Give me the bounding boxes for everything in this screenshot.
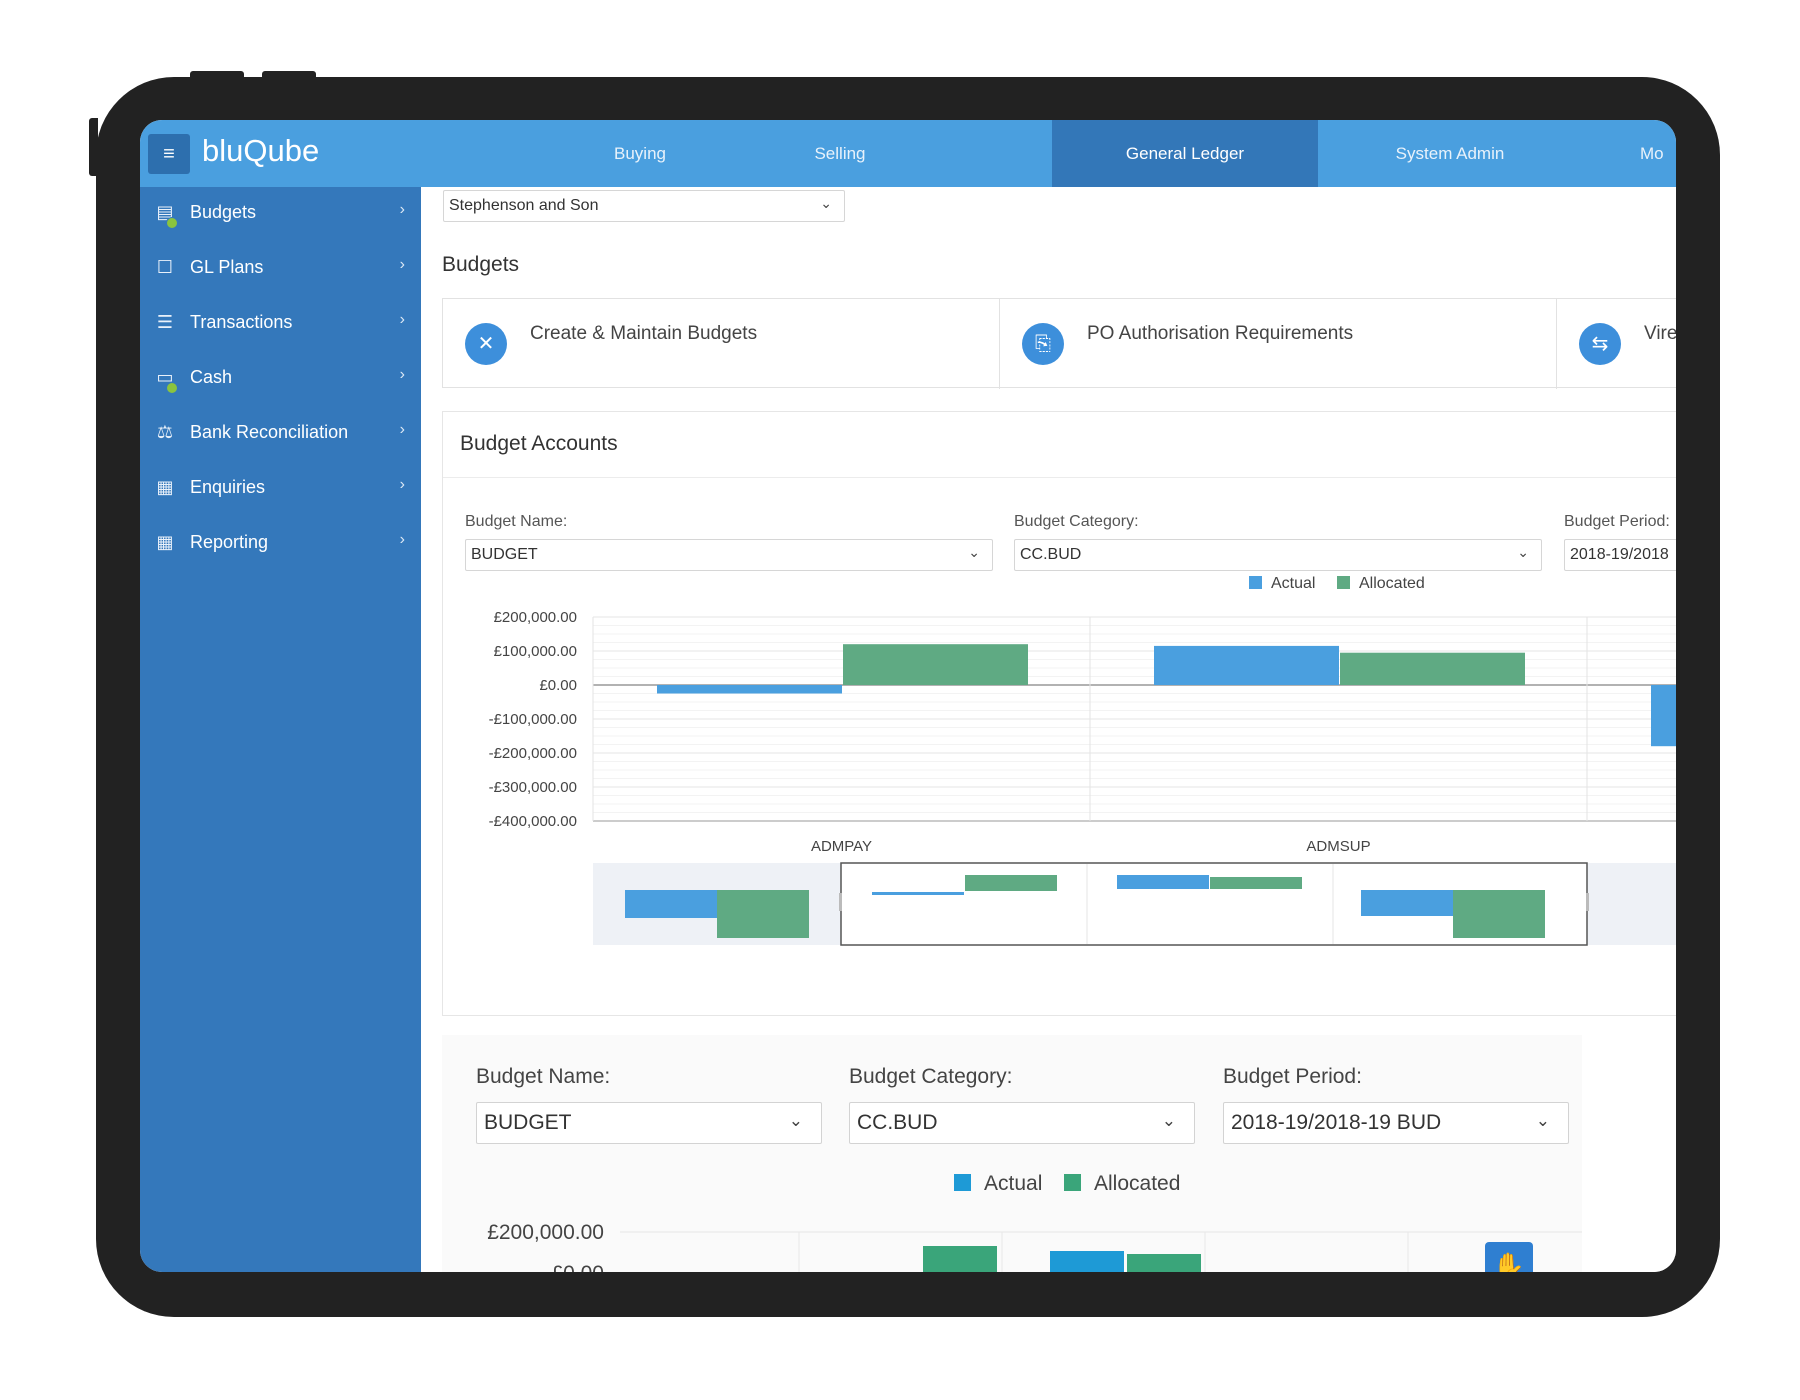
clipboard-icon: ☐ bbox=[156, 257, 174, 277]
sidebar-item-label: GL Plans bbox=[190, 257, 264, 277]
chevron-right-icon: › bbox=[399, 421, 405, 438]
tab-general-ledger[interactable]: General Ledger bbox=[1052, 120, 1318, 187]
navigator-bar-allocated bbox=[717, 890, 809, 938]
y-tick-label: -£300,000.00 bbox=[489, 779, 577, 796]
tablet-button bbox=[89, 118, 98, 176]
sidebar-item-label: Bank Reconciliation bbox=[190, 422, 349, 442]
navigator-bar-allocated bbox=[965, 875, 1057, 891]
card-label: Vire bbox=[1644, 323, 1676, 344]
y-tick-label: -£100,000.00 bbox=[489, 711, 577, 728]
bar-allocated bbox=[1340, 652, 1525, 685]
y-tick-label: £0.00 bbox=[551, 1262, 604, 1272]
sidebar-item-transactions[interactable]: ☰ Transactions › bbox=[140, 297, 421, 351]
bar-allocated bbox=[843, 644, 1028, 685]
tablet-button bbox=[190, 71, 244, 79]
top-navigation-bar: ≡ bluQube Buying Selling General Ledger … bbox=[140, 120, 1676, 187]
legend-swatch-actual bbox=[1249, 576, 1262, 589]
chevron-right-icon: › bbox=[399, 311, 405, 328]
sidebar-item-label: Budgets bbox=[190, 202, 257, 222]
tablet-screen: ≡ bluQube Buying Selling General Ledger … bbox=[140, 120, 1676, 1272]
create-maintain-budgets-card[interactable]: ✕ Create & Maintain Budgets bbox=[443, 299, 1000, 389]
legend-label-allocated: Allocated bbox=[1094, 1172, 1180, 1195]
y-tick-label: £100,000.00 bbox=[494, 643, 577, 660]
bar-actual bbox=[1050, 1251, 1124, 1272]
legend-label-actual: Actual bbox=[984, 1172, 1042, 1195]
chevron-down-icon: ⌄ bbox=[820, 195, 832, 211]
navigator-bar-actual bbox=[1361, 890, 1453, 916]
chevron-right-icon: › bbox=[399, 531, 405, 548]
tablet-button bbox=[262, 71, 316, 79]
sidebar-item-label: Enquiries bbox=[190, 477, 266, 497]
budgets-card-row: ✕ Create & Maintain Budgets ⎘ PO Authori… bbox=[442, 298, 1676, 389]
budgets-section-title: Budgets bbox=[442, 253, 520, 276]
budget-accounts-panel: Budget Accounts Budget Name: BUDGET ⌄ Bu… bbox=[442, 411, 1676, 1016]
navigator-bar-actual bbox=[872, 892, 964, 895]
y-tick-label: -£400,000.00 bbox=[489, 813, 577, 830]
bar-allocated bbox=[923, 1246, 997, 1272]
x-tick-label: ADMSUP bbox=[1306, 838, 1370, 855]
y-tick-label: £200,000.00 bbox=[487, 1221, 604, 1244]
sidebar-item-cash[interactable]: ▭ Cash › bbox=[140, 352, 421, 406]
legend-swatch-allocated bbox=[1064, 1174, 1081, 1191]
document-icon: ⎘ bbox=[1022, 323, 1064, 365]
navigator-bar-allocated bbox=[1453, 890, 1545, 938]
navigator-handle-left bbox=[839, 893, 842, 911]
bar-actual bbox=[1154, 645, 1339, 685]
y-tick-label: £200,000.00 bbox=[494, 609, 577, 626]
chevron-right-icon: › bbox=[399, 256, 405, 273]
chevron-right-icon: › bbox=[399, 366, 405, 383]
legend-swatch-actual bbox=[954, 1174, 971, 1191]
y-tick-label: £0.00 bbox=[539, 677, 577, 694]
tools-icon: ✕ bbox=[465, 323, 507, 365]
card-label: Create & Maintain Budgets bbox=[530, 323, 758, 344]
sidebar-item-label: Transactions bbox=[190, 312, 293, 332]
tab-selling[interactable]: Selling bbox=[760, 120, 920, 187]
swap-arrows-icon: ⇆ bbox=[1579, 323, 1621, 365]
tab-system-admin[interactable]: System Admin bbox=[1350, 120, 1550, 187]
play-badge-icon bbox=[166, 217, 178, 229]
navigator-handle-right bbox=[1586, 893, 1589, 911]
x-tick-label: ADMPAY bbox=[811, 838, 872, 855]
sidebar-item-bank-reconciliation[interactable]: ⚖ Bank Reconciliation › bbox=[140, 407, 421, 461]
company-select-value: Stephenson and Son bbox=[449, 197, 599, 214]
budget-detail-panel: Budget Name: BUDGET ⌄ Budget Category: C… bbox=[442, 1035, 1582, 1272]
navigator-bar-actual bbox=[625, 890, 717, 918]
navigator-bar-actual bbox=[1117, 875, 1209, 889]
sidebar-item-enquiries[interactable]: ▦ Enquiries › bbox=[140, 462, 421, 516]
budget-accounts-chart: Actual Allocated £200,000.00 £100,000.00 £0.… bbox=[489, 575, 1676, 946]
sidebar-item-gl-plans[interactable]: ☐ GL Plans › bbox=[140, 242, 421, 296]
legend-label-allocated: Allocated bbox=[1359, 575, 1425, 592]
sidebar-item-label: Reporting bbox=[190, 532, 269, 552]
pan-hand-icon[interactable]: ✋ bbox=[1485, 1242, 1533, 1272]
sidebar-item-budgets[interactable]: ▤ Budgets › bbox=[140, 187, 421, 241]
navigator-bar-allocated bbox=[1210, 877, 1302, 889]
list-icon: ☰ bbox=[156, 312, 174, 332]
tab-more[interactable]: Mo bbox=[1640, 120, 1676, 187]
virement-card[interactable]: ⇆ Vire bbox=[1557, 299, 1676, 389]
budget-detail-chart: Actual Allocated £200,000.00 £0.00 bbox=[487, 1172, 1582, 1272]
chevron-right-icon: › bbox=[399, 201, 405, 218]
tab-buying[interactable]: Buying bbox=[560, 120, 720, 187]
card-label: PO Authorisation Requirements bbox=[1087, 323, 1354, 344]
bar-actual bbox=[657, 685, 842, 694]
app-brand: bluQube bbox=[202, 133, 320, 168]
company-select[interactable]: Stephenson and Son ⌄ bbox=[443, 190, 845, 222]
table-search-icon: ▦ bbox=[156, 532, 174, 552]
play-badge-icon bbox=[166, 382, 178, 394]
scales-icon: ⚖ bbox=[156, 422, 174, 442]
bar-actual-partial bbox=[1651, 685, 1676, 747]
sidebar-item-reporting[interactable]: ▦ Reporting › bbox=[140, 517, 421, 571]
sidebar-item-label: Cash bbox=[190, 367, 233, 387]
table-search-icon: ▦ bbox=[156, 477, 174, 497]
y-tick-label: -£200,000.00 bbox=[489, 745, 577, 762]
sidebar: ▤ Budgets › ☐ GL Plans › ☰ Transactions … bbox=[140, 187, 421, 1272]
bar-allocated bbox=[1127, 1254, 1201, 1272]
legend-swatch-allocated bbox=[1337, 576, 1350, 589]
chevron-right-icon: › bbox=[399, 476, 405, 493]
main-content: Stephenson and Son ⌄ Budgets ✕ Create & … bbox=[421, 187, 1676, 1272]
legend-label-actual: Actual bbox=[1271, 575, 1315, 592]
hamburger-menu-icon[interactable]: ≡ bbox=[148, 134, 190, 174]
po-authorisation-card[interactable]: ⎘ PO Authorisation Requirements bbox=[1000, 299, 1557, 389]
